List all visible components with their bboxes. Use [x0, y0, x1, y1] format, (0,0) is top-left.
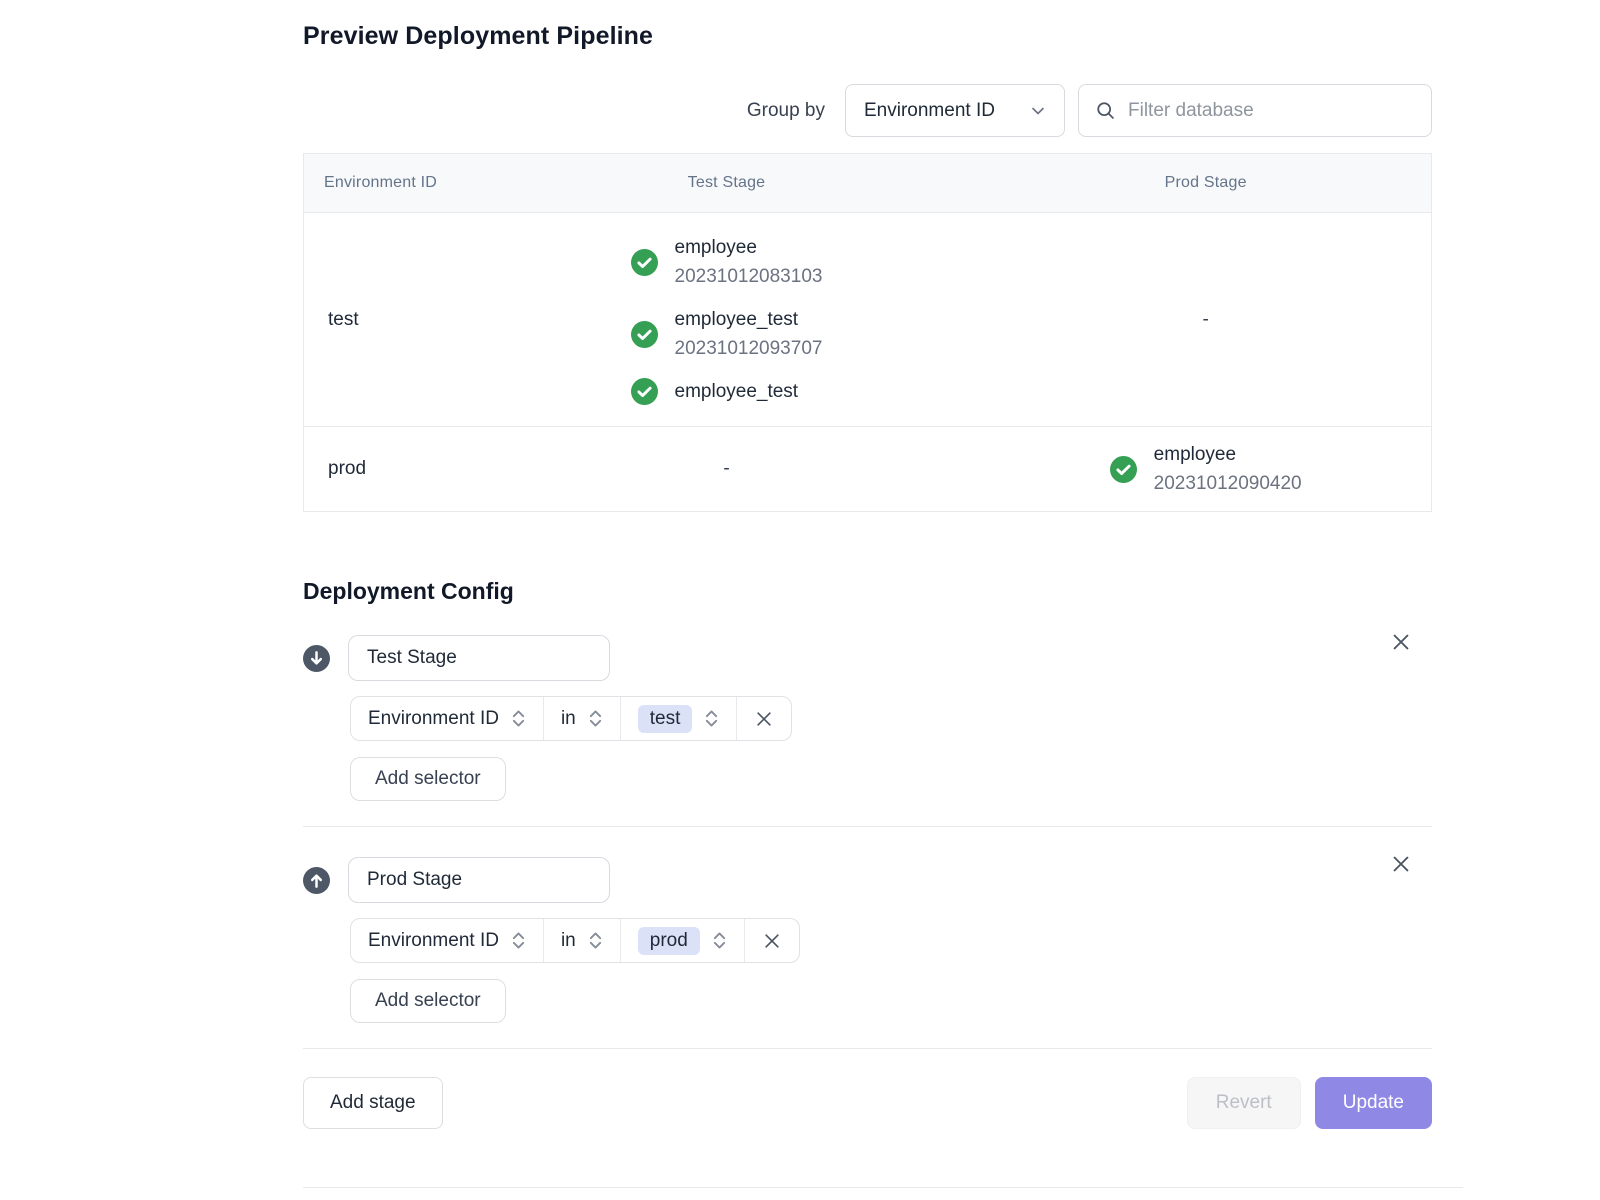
success-check-icon	[631, 321, 658, 348]
database-name: employee_test	[675, 305, 823, 334]
stage-name-input[interactable]	[348, 635, 610, 681]
column-header-environment-id: Environment ID	[304, 154, 473, 213]
success-check-icon	[631, 378, 658, 405]
selector-value-select[interactable]: test	[620, 697, 737, 740]
database-item: employee 20231012083103	[631, 233, 823, 291]
database-name: employee_test	[675, 377, 799, 406]
group-by-dropdown[interactable]: Environment ID	[845, 84, 1065, 137]
remove-stage-button[interactable]	[1388, 851, 1414, 877]
update-button[interactable]: Update	[1315, 1077, 1432, 1129]
test-stage-cell: -	[473, 427, 981, 512]
selector-operator-select[interactable]: in	[543, 697, 620, 740]
up-down-chevrons-icon	[511, 929, 526, 952]
database-version: 20231012093707	[675, 334, 823, 363]
selector-key-select[interactable]: Environment ID	[351, 697, 543, 740]
up-down-chevrons-icon	[511, 707, 526, 730]
table-header-row: Environment ID Test Stage Prod Stage	[304, 154, 1432, 213]
database-name: employee	[1154, 440, 1302, 469]
selector-rule: Environment ID in test	[350, 696, 792, 741]
filter-database-input[interactable]	[1128, 100, 1415, 122]
close-icon	[1390, 853, 1412, 875]
search-icon	[1095, 100, 1116, 121]
environment-name: prod	[304, 427, 473, 512]
empty-stage-dash: -	[723, 458, 729, 479]
page-title: Preview Deployment Pipeline	[303, 22, 1432, 51]
remove-selector-button[interactable]	[736, 697, 791, 740]
add-selector-button[interactable]: Add selector	[350, 979, 506, 1023]
database-item: employee_test 20231012093707	[631, 305, 823, 363]
empty-stage-dash: -	[1202, 309, 1208, 330]
up-down-chevrons-icon	[712, 929, 727, 952]
up-down-chevrons-icon	[588, 929, 603, 952]
remove-selector-button[interactable]	[744, 919, 799, 962]
table-row-prod: prod - employee 20231012090420	[304, 427, 1432, 512]
environment-name: test	[304, 213, 473, 427]
add-selector-button[interactable]: Add selector	[350, 757, 506, 801]
stage-name-input[interactable]	[348, 857, 610, 903]
selector-key-select[interactable]: Environment ID	[351, 919, 543, 962]
prod-stage-cell: employee 20231012090420	[980, 427, 1431, 512]
column-header-test-stage: Test Stage	[473, 154, 981, 213]
success-check-icon	[631, 249, 658, 276]
column-header-prod-stage: Prod Stage	[980, 154, 1431, 213]
database-version: 20231012083103	[675, 262, 823, 291]
up-down-chevrons-icon	[704, 707, 719, 730]
move-stage-up-icon[interactable]	[303, 867, 330, 894]
add-stage-button[interactable]: Add stage	[303, 1077, 443, 1129]
prod-stage-cell: -	[980, 213, 1431, 427]
database-version: 20231012090420	[1154, 469, 1302, 498]
footer-actions: Add stage Revert Update	[303, 1077, 1432, 1129]
selector-operator-select[interactable]: in	[543, 919, 620, 962]
pipeline-table: Environment ID Test Stage Prod Stage tes…	[303, 153, 1432, 512]
close-icon	[762, 931, 782, 951]
database-item: employee 20231012090420	[1110, 440, 1302, 498]
stage-config-test: Environment ID in test	[303, 635, 1432, 801]
close-icon	[1390, 631, 1412, 653]
chevron-down-icon	[1028, 101, 1048, 121]
main-content: Preview Deployment Pipeline Group by Env…	[303, 0, 1432, 1188]
remove-stage-button[interactable]	[1388, 629, 1414, 655]
database-name: employee	[675, 233, 823, 262]
bottom-divider	[303, 1187, 1463, 1188]
group-by-value: Environment ID	[864, 100, 995, 122]
selector-value-tag: prod	[638, 927, 700, 955]
selector-rule: Environment ID in prod	[350, 918, 800, 963]
table-controls: Group by Environment ID	[303, 84, 1432, 137]
selector-value-tag: test	[638, 705, 693, 733]
filter-database-box	[1078, 84, 1432, 137]
close-icon	[754, 709, 774, 729]
table-row-test: test employee 20231012083103	[304, 213, 1432, 427]
section-divider	[303, 1048, 1432, 1049]
deployment-config-title: Deployment Config	[303, 578, 1432, 605]
success-check-icon	[1110, 456, 1137, 483]
revert-button[interactable]: Revert	[1187, 1077, 1301, 1129]
database-item: employee_test	[631, 377, 799, 406]
test-stage-cell: employee 20231012083103 employee_test 20…	[473, 213, 981, 427]
selector-value-select[interactable]: prod	[620, 919, 744, 962]
stage-config-prod: Environment ID in prod	[303, 857, 1432, 1023]
move-stage-down-icon[interactable]	[303, 645, 330, 672]
up-down-chevrons-icon	[588, 707, 603, 730]
section-divider	[303, 826, 1432, 827]
group-by-label: Group by	[747, 100, 825, 122]
